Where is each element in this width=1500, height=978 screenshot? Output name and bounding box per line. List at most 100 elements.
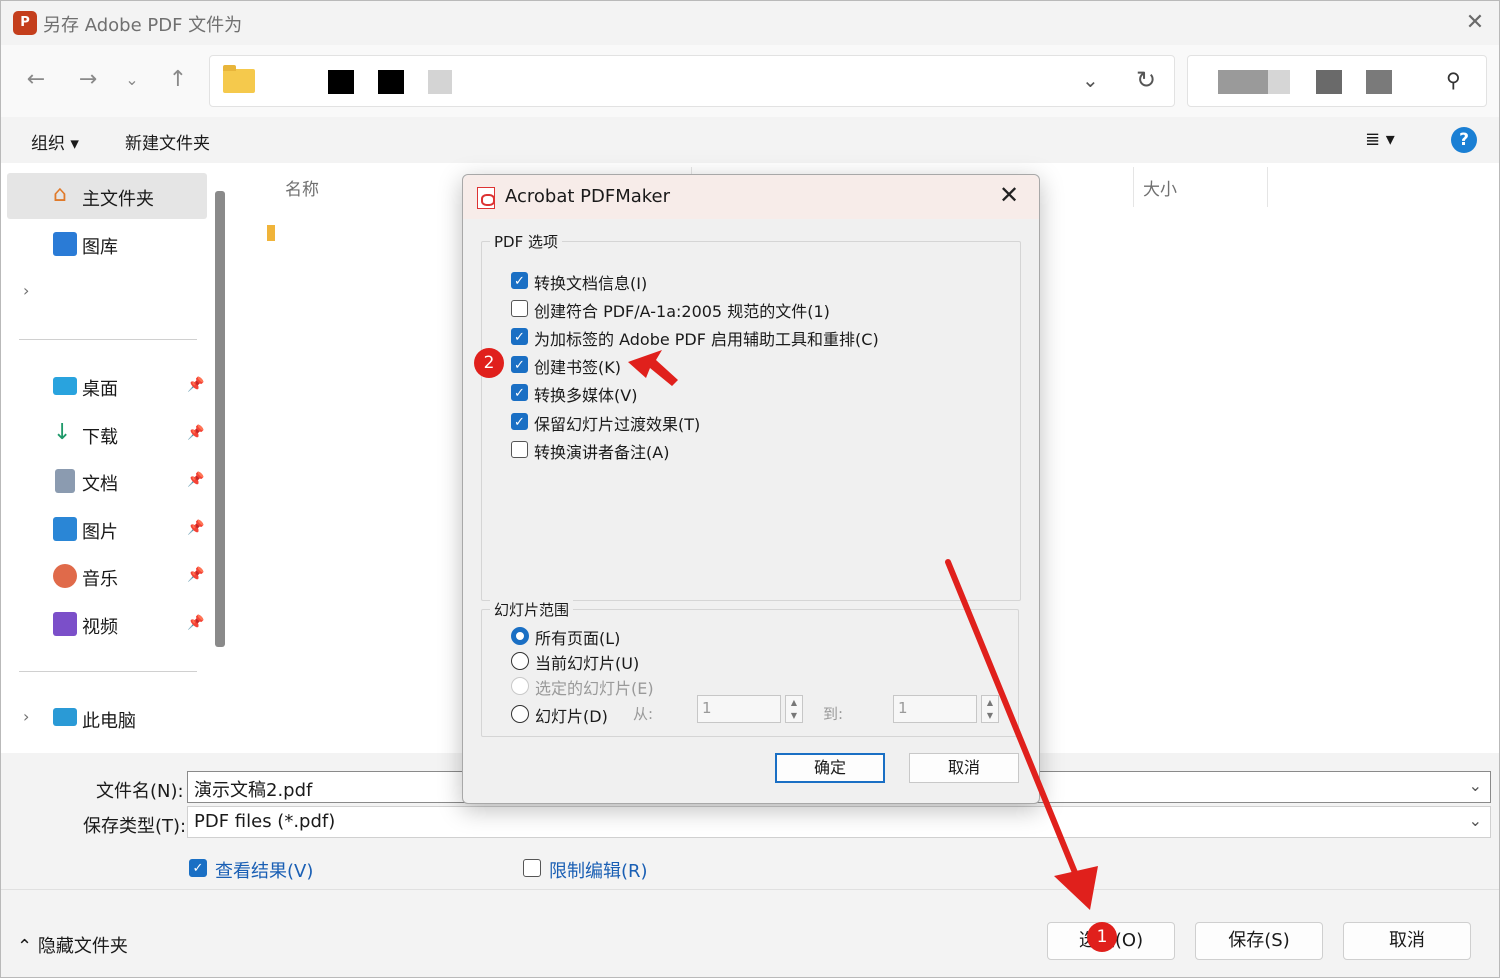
dialog-ok-button[interactable]: 确定 bbox=[775, 753, 885, 783]
filetype-value: PDF files (*.pdf) bbox=[194, 811, 336, 832]
slide-range-title: 幻灯片范围 bbox=[490, 599, 574, 620]
pin-icon[interactable]: 📌 bbox=[187, 472, 204, 488]
sidebar-item-label: 图片 bbox=[82, 522, 118, 543]
hide-folders-toggle[interactable]: ⌃ 隐藏文件夹 bbox=[17, 932, 128, 958]
option-checkbox[interactable]: ✓ bbox=[511, 384, 528, 401]
column-divider[interactable] bbox=[1133, 167, 1134, 207]
powerpoint-app-icon: P bbox=[13, 11, 37, 35]
from-spinner: 1 ▲ ▼ bbox=[697, 695, 807, 723]
sidebar-item-music[interactable]: 音乐 📌 bbox=[7, 553, 207, 599]
redacted-search-text bbox=[1218, 70, 1268, 94]
filename-dropdown-icon[interactable]: ⌄ bbox=[1469, 776, 1482, 795]
to-value: 1 bbox=[898, 699, 908, 717]
sidebar-item-label: 图库 bbox=[82, 237, 118, 258]
restrict-edit-checkbox[interactable] bbox=[523, 859, 541, 877]
sidebar-item-videos[interactable]: 视频 📌 bbox=[7, 601, 207, 647]
search-icon[interactable]: ⚲ bbox=[1446, 68, 1461, 92]
from-input: 1 bbox=[697, 695, 781, 723]
spinner-arrows-icon: ▲ ▼ bbox=[785, 695, 803, 723]
pin-icon[interactable]: 📌 bbox=[187, 425, 204, 441]
close-dialog-icon[interactable]: ✕ bbox=[999, 181, 1019, 209]
back-arrow-icon[interactable]: ← bbox=[21, 65, 51, 95]
filetype-dropdown-icon[interactable]: ⌄ bbox=[1469, 811, 1482, 830]
sidebar-item-label: 桌面 bbox=[82, 379, 118, 400]
save-button[interactable]: 保存(S) bbox=[1195, 922, 1323, 960]
sidebar-item-redacted[interactable]: › bbox=[7, 269, 207, 315]
sidebar-item-label: 音乐 bbox=[82, 569, 118, 590]
sidebar-item-documents[interactable]: 文档 📌 bbox=[7, 458, 207, 504]
radio-button[interactable] bbox=[511, 705, 529, 723]
spinner-arrows-icon: ▲ ▼ bbox=[981, 695, 999, 723]
refresh-icon[interactable]: ↻ bbox=[1136, 66, 1156, 94]
sidebar-scrollbar[interactable] bbox=[215, 191, 225, 647]
dialog-cancel-button[interactable]: 取消 bbox=[909, 753, 1019, 783]
option-checkbox[interactable]: ✓ bbox=[511, 328, 528, 345]
pin-icon[interactable]: 📌 bbox=[187, 615, 204, 631]
computer-icon bbox=[53, 708, 77, 726]
sidebar-item-gallery[interactable]: 图库 bbox=[7, 221, 207, 267]
radio-label: 选定的幻灯片(E) bbox=[535, 679, 654, 698]
dialog-footer: ⌃ 隐藏文件夹 选项(O) 保存(S) 取消 bbox=[1, 889, 1499, 977]
sidebar-item-label: 下载 bbox=[82, 427, 118, 448]
redacted-search-text bbox=[1268, 70, 1290, 94]
help-icon[interactable]: ? bbox=[1451, 127, 1477, 153]
new-folder-button[interactable]: 新建文件夹 bbox=[125, 129, 210, 154]
to-spinner: 1 ▲ ▼ bbox=[893, 695, 1003, 723]
documents-icon bbox=[55, 469, 75, 493]
cancel-button[interactable]: 取消 bbox=[1343, 922, 1471, 960]
radio-button[interactable] bbox=[511, 652, 529, 670]
sidebar-item-desktop[interactable]: 桌面 📌 bbox=[7, 363, 207, 409]
option-label: 转换演讲者备注(A) bbox=[534, 443, 670, 462]
file-row-icon[interactable] bbox=[267, 225, 275, 241]
option-checkbox[interactable]: ✓ bbox=[511, 413, 528, 430]
sidebar-item-label: 文档 bbox=[82, 474, 118, 495]
view-options-icon[interactable]: ≣ ▾ bbox=[1365, 129, 1395, 150]
from-value: 1 bbox=[702, 699, 712, 717]
redacted-path-segment bbox=[428, 70, 452, 94]
filetype-label: 保存类型(T): bbox=[83, 816, 187, 837]
sidebar-item-pictures[interactable]: 图片 📌 bbox=[7, 506, 207, 552]
sidebar-divider bbox=[19, 339, 197, 340]
search-box[interactable]: ⚲ bbox=[1187, 55, 1487, 107]
to-input: 1 bbox=[893, 695, 977, 723]
redacted-path-segment bbox=[378, 70, 404, 94]
option-checkbox[interactable]: ✓ bbox=[511, 356, 528, 373]
from-label: 从: bbox=[633, 705, 654, 723]
column-divider[interactable] bbox=[1267, 167, 1268, 207]
sidebar-divider bbox=[19, 671, 197, 672]
address-dropdown-chevron-icon[interactable]: ⌄ bbox=[1082, 68, 1099, 92]
redacted-path-segment bbox=[328, 70, 354, 94]
close-window-icon[interactable]: ✕ bbox=[1461, 9, 1489, 37]
pictures-icon bbox=[53, 517, 77, 541]
organize-menu[interactable]: 组织 ▾ bbox=[31, 129, 79, 154]
redacted-search-text bbox=[1366, 70, 1392, 94]
radio-button[interactable] bbox=[511, 627, 529, 645]
dialog-title-bar: Acrobat PDFMaker ✕ bbox=[463, 175, 1039, 219]
option-checkbox[interactable] bbox=[511, 300, 528, 317]
view-result-checkbox[interactable]: ✓ bbox=[189, 859, 207, 877]
pin-icon[interactable]: 📌 bbox=[187, 520, 204, 536]
to-label: 到: bbox=[823, 705, 844, 723]
sidebar-item-home[interactable]: ⌂ 主文件夹 bbox=[7, 173, 207, 219]
expand-chevron-icon[interactable]: › bbox=[23, 281, 29, 300]
radio-label: 当前幻灯片(U) bbox=[535, 654, 640, 673]
dialog-title: Acrobat PDFMaker bbox=[505, 186, 671, 207]
radio-label: 幻灯片(D) bbox=[535, 707, 608, 726]
filetype-select[interactable]: PDF files (*.pdf) ⌄ bbox=[187, 806, 1491, 838]
option-checkbox[interactable] bbox=[511, 441, 528, 458]
recent-locations-chevron-icon[interactable]: ⌄ bbox=[117, 65, 147, 95]
option-checkbox[interactable]: ✓ bbox=[511, 272, 528, 289]
sidebar-item-this-pc[interactable]: › 此电脑 bbox=[7, 695, 207, 741]
option-label: 为加标签的 Adobe PDF 启用辅助工具和重排(C) bbox=[534, 330, 879, 349]
column-header-name[interactable]: 名称 bbox=[285, 175, 319, 200]
expand-chevron-icon[interactable]: › bbox=[23, 707, 29, 726]
column-header-size[interactable]: 大小 bbox=[1143, 175, 1177, 200]
up-arrow-icon[interactable]: ↑ bbox=[163, 65, 193, 95]
sidebar-item-downloads[interactable]: ↓ 下载 📌 bbox=[7, 411, 207, 457]
pin-icon[interactable]: 📌 bbox=[187, 567, 204, 583]
forward-arrow-icon[interactable]: → bbox=[73, 65, 103, 95]
sidebar-item-label: 此电脑 bbox=[82, 711, 136, 732]
pin-icon[interactable]: 📌 bbox=[187, 377, 204, 393]
address-bar[interactable]: ⌄ ↻ bbox=[209, 55, 1175, 107]
videos-icon bbox=[53, 612, 77, 636]
